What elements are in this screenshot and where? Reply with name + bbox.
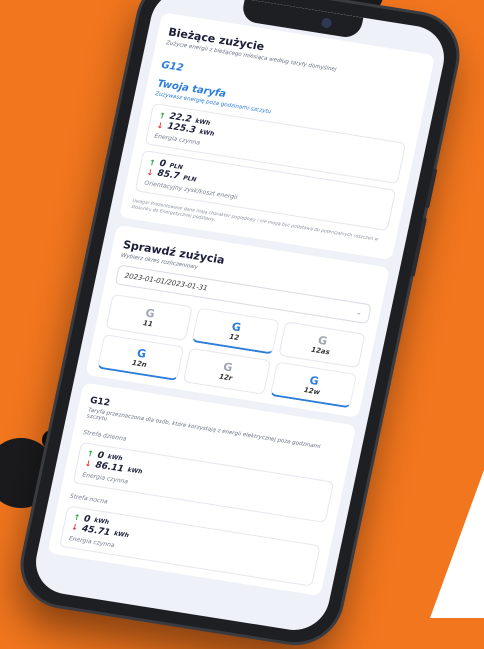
tariff-tile-label: 12n bbox=[131, 358, 148, 369]
chevron-down-icon: ⌄ bbox=[355, 307, 363, 317]
tariff-tile-label: 12 bbox=[228, 332, 240, 342]
tariff-tile-label: 12r bbox=[218, 372, 234, 383]
tariff-tile-label: 12as bbox=[310, 345, 331, 357]
arrow-down-icon: ↓ bbox=[155, 120, 165, 131]
day-down-unit: kWh bbox=[126, 466, 143, 476]
tariff-tile-label: 12w bbox=[303, 385, 321, 397]
camera-icon bbox=[320, 17, 333, 29]
arrow-up-icon: ↑ bbox=[86, 449, 95, 459]
tariff-tile[interactable]: G 12 bbox=[191, 307, 280, 355]
arrow-up-icon: ↑ bbox=[72, 512, 82, 523]
arrow-down-icon: ↓ bbox=[145, 167, 155, 178]
arrow-up-icon: ↑ bbox=[148, 157, 157, 168]
cost-up-unit: PLN bbox=[168, 161, 184, 171]
side-button bbox=[410, 217, 427, 277]
period-value: 2023-01-01/2023-01-31 bbox=[124, 271, 209, 293]
tariff-tile[interactable]: G 12r bbox=[183, 347, 271, 395]
tariff-tile[interactable]: G 11 bbox=[105, 293, 194, 341]
tariff-tile[interactable]: G 12n bbox=[96, 333, 185, 381]
current-usage-card: Bieżące zużycie Zużycie energii z bieżąc… bbox=[118, 12, 436, 260]
app-content: Bieżące zużycie Zużycie energii z bieżąc… bbox=[30, 11, 445, 635]
arrow-down-icon: ↓ bbox=[70, 522, 79, 533]
arrow-up-icon: ↑ bbox=[158, 110, 167, 121]
night-down-unit: kWh bbox=[113, 530, 130, 540]
check-usage-card: Sprawdź zużycia Wybierz okres rozliczeni… bbox=[85, 224, 390, 418]
arrow-down-icon: ↓ bbox=[83, 458, 93, 469]
tariff-tile-label: 11 bbox=[142, 318, 154, 329]
phone-screen: Bieżące zużycie Zużycie energii z bieżąc… bbox=[29, 0, 451, 635]
cost-down-value: 85.7 bbox=[156, 168, 181, 182]
cost-down-unit: PLN bbox=[182, 174, 198, 184]
phone-body: Bieżące zużycie Zużycie energii z bieżąc… bbox=[15, 0, 465, 649]
tariff-detail-card: G12 Taryfa przeznaczona dla osób, które … bbox=[47, 382, 357, 596]
tariff-tile[interactable]: G 12w bbox=[269, 361, 358, 409]
tariff-tile[interactable]: G 12as bbox=[278, 320, 366, 368]
energy-down-unit: kWh bbox=[198, 128, 215, 138]
side-button bbox=[425, 168, 438, 209]
